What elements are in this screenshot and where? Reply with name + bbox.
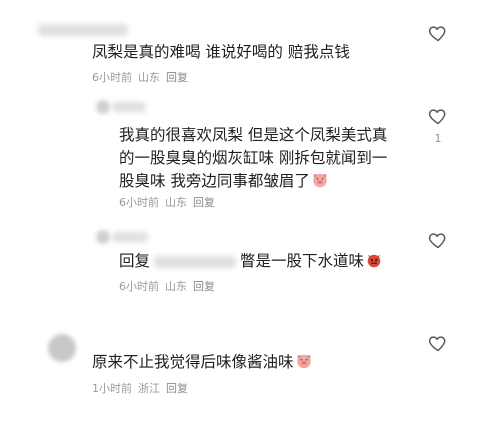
comment-2-line-2: 的一股臭臭的烟灰缸味 刚拆包就闻到一 (119, 149, 388, 167)
comment-1-reply-button[interactable]: 回复 (166, 69, 188, 85)
pig-face-icon (313, 173, 327, 188)
comment-3-text: 回复 瞥是一股下水道味 (119, 250, 382, 272)
comment-2-line-3-text: 股臭味 我旁边同事都皱眉了 (119, 172, 310, 190)
avatar-redacted (48, 334, 76, 362)
comment-4-location: 浙江 (138, 382, 160, 395)
comment-3-location: 山东 (165, 280, 187, 293)
comment-2-location: 山东 (165, 196, 187, 209)
username-redacted (112, 102, 146, 112)
pig-face-icon (296, 354, 311, 369)
mention-redacted (154, 255, 237, 268)
comment-4-reply-button[interactable]: 回复 (166, 380, 188, 396)
avatar-redacted (96, 230, 110, 244)
comment-4-like-heart-icon[interactable] (428, 333, 448, 353)
comment-1-location: 山东 (138, 71, 160, 84)
comment-2-line-3: 股臭味 我旁边同事都皱眉了 (119, 170, 328, 192)
comment-4-time: 1小时前 (92, 382, 132, 395)
comment-2-like-heart-icon[interactable] (428, 106, 448, 126)
username-redacted (38, 24, 128, 36)
comment-4-meta: 1小时前 浙江 回复 (92, 380, 188, 396)
comment-3-like-heart-icon[interactable] (428, 230, 448, 250)
comment-2-time: 6小时前 (119, 196, 159, 209)
comment-1-meta: 6小时前 山东 回复 (92, 69, 188, 85)
comment-2-line-1: 我真的很喜欢凤梨 但是这个凤梨美式真 (119, 126, 388, 144)
comment-4-text: 原来不止我觉得后味像酱油味 (92, 351, 312, 373)
avatar-redacted (96, 100, 110, 114)
comment-2-like-count: 1 (434, 132, 442, 145)
comment-3-meta: 6小时前 山东 回复 (119, 278, 215, 294)
comment-1-text: 凤梨是真的难喝 谁说好喝的 赔我点钱 (92, 43, 350, 61)
comment-section: 凤梨是真的难喝 谁说好喝的 赔我点钱 6小时前 山东 回复 我真的很喜欢凤梨 但… (0, 0, 479, 423)
comment-1-time: 6小时前 (92, 71, 132, 84)
devil-face-icon (367, 254, 381, 268)
username-redacted (112, 232, 148, 242)
comment-1-like-heart-icon[interactable] (428, 23, 448, 43)
comment-4-text-content: 原来不止我觉得后味像酱油味 (92, 353, 294, 371)
comment-3-reply-text: 瞥是一股下水道味 (240, 252, 365, 270)
comment-3-time: 6小时前 (119, 280, 159, 293)
comment-2-reply-button[interactable]: 回复 (193, 194, 215, 210)
comment-3-reply-prefix: 回复 (119, 252, 151, 270)
comment-3-reply-button[interactable]: 回复 (193, 278, 215, 294)
comment-2-meta: 6小时前 山东 回复 (119, 194, 215, 210)
